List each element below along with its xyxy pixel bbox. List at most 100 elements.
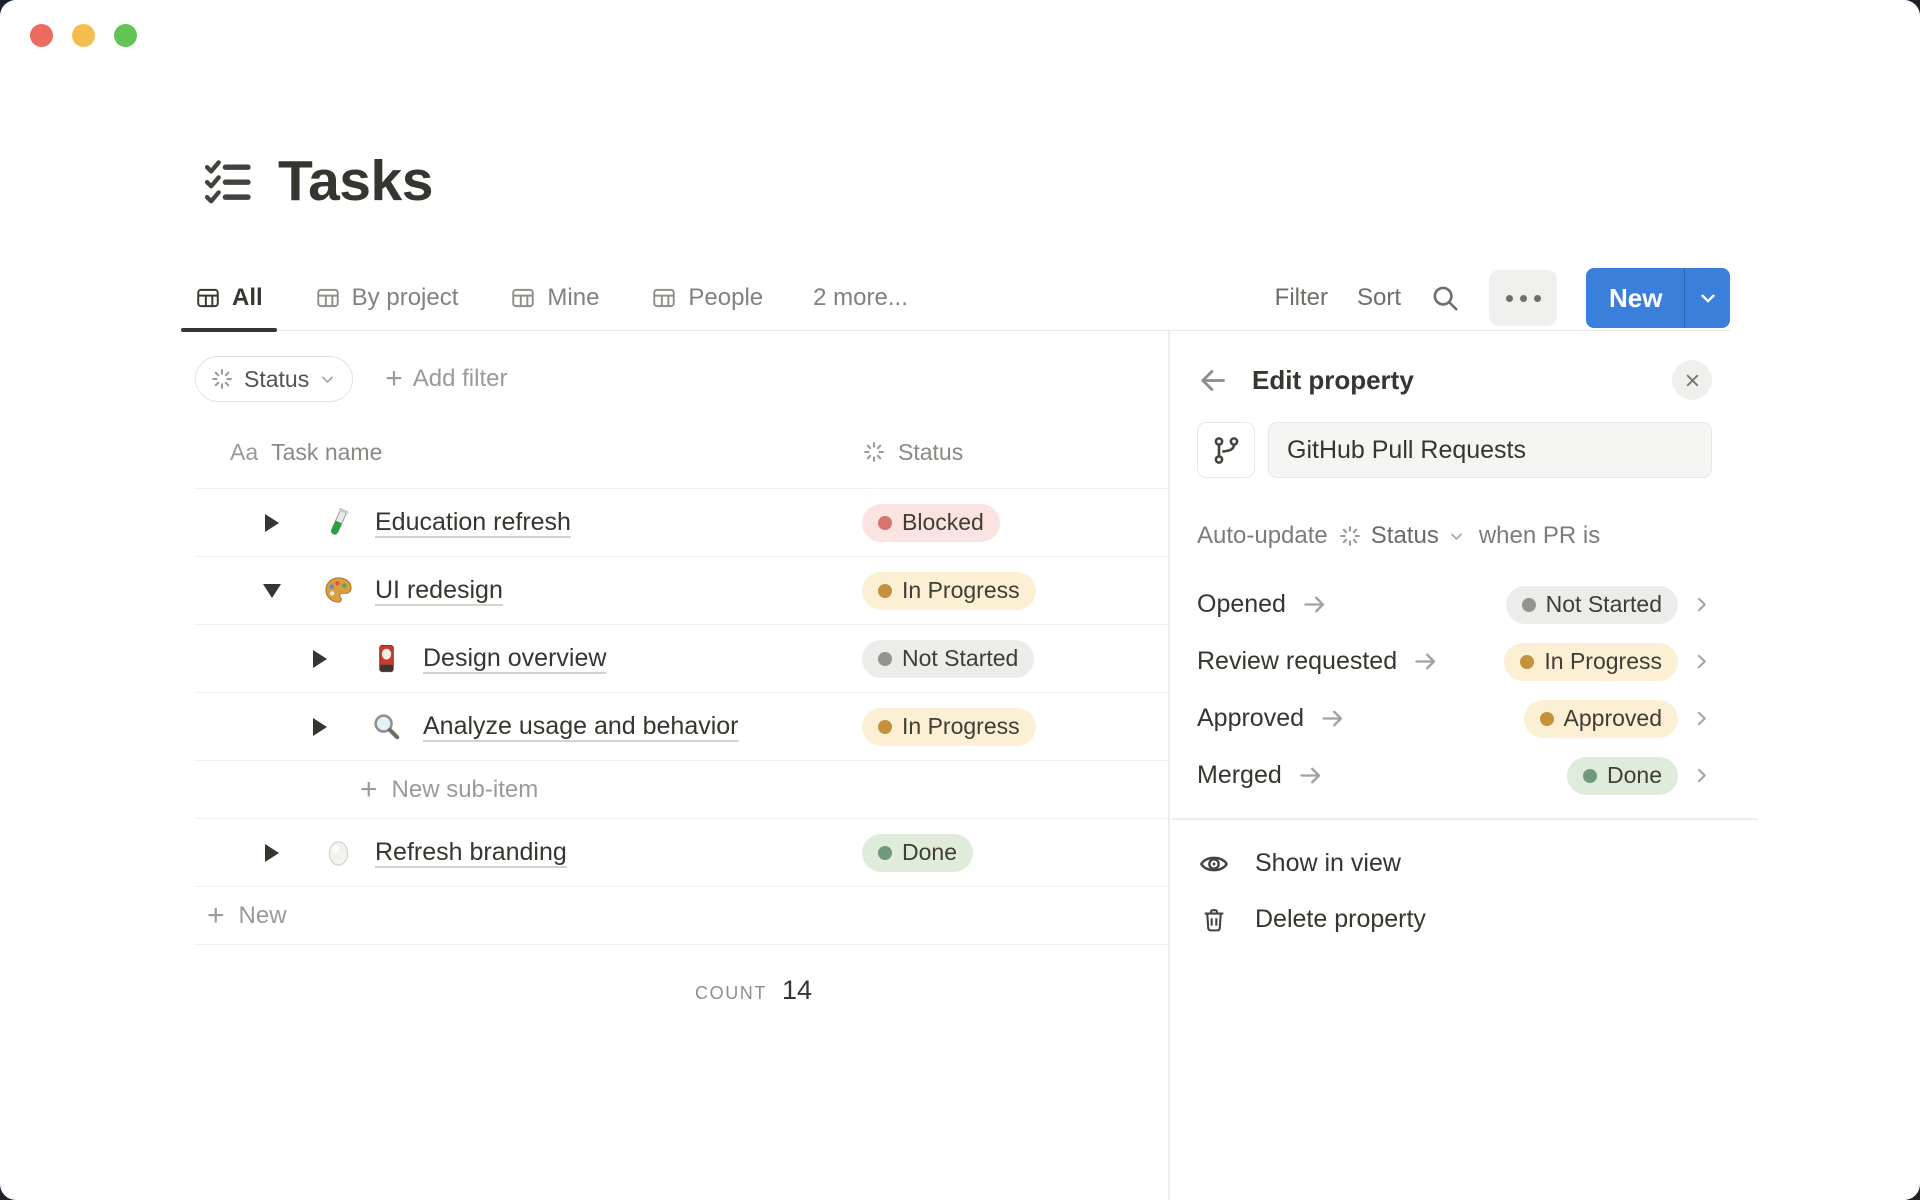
palette-emoji-icon <box>321 575 355 606</box>
ellipsis-icon <box>1533 294 1541 302</box>
table-view-icon <box>510 285 536 311</box>
tab-by-project[interactable]: By project <box>301 266 473 330</box>
status-dot-icon <box>878 651 892 666</box>
new-button[interactable]: New <box>1586 268 1683 328</box>
task-title[interactable]: Design overview <box>423 644 606 673</box>
panel-action-label: Delete property <box>1255 905 1426 933</box>
property-icon-button[interactable] <box>1197 422 1255 478</box>
back-button[interactable] <box>1197 365 1228 396</box>
eye-icon <box>1197 848 1231 880</box>
mapping-event-label: Merged <box>1197 761 1282 789</box>
tab-label: Mine <box>547 284 600 311</box>
show-in-view-button[interactable]: Show in view <box>1197 836 1712 892</box>
task-title[interactable]: Refresh branding <box>375 838 567 867</box>
chevron-down-icon <box>319 371 336 388</box>
status-badge-label: Blocked <box>902 509 984 535</box>
status-badge-label: In Progress <box>1544 648 1662 674</box>
expand-toggle[interactable] <box>259 840 285 866</box>
close-window-button[interactable] <box>30 24 53 47</box>
column-header-task-name[interactable]: Aa Task name <box>195 439 862 466</box>
table-row[interactable]: Refresh branding Done <box>195 818 1168 886</box>
plus-icon: + <box>385 362 403 395</box>
status-dot-icon <box>878 583 892 598</box>
tab-mine[interactable]: Mine <box>496 266 613 330</box>
view-tab-bar: All By project Mine People 2 more... Filter … <box>181 266 1730 332</box>
task-title[interactable]: Education refresh <box>375 508 571 537</box>
trash-icon <box>1197 906 1231 934</box>
status-badge[interactable]: Not Started <box>862 639 1035 678</box>
checklist-icon <box>203 157 252 206</box>
status-badge[interactable]: In Progress <box>862 571 1036 610</box>
tab-all[interactable]: All <box>181 266 277 332</box>
mapping-event-label: Review requested <box>1197 647 1398 675</box>
expand-toggle[interactable] <box>307 714 333 740</box>
delete-property-button[interactable]: Delete property <box>1197 892 1712 948</box>
count-aggregate[interactable]: COUNT 14 <box>695 975 1168 1006</box>
column-label: Task name <box>271 438 383 465</box>
table-header: Aa Task name Status <box>195 416 1168 488</box>
panel-divider <box>1172 818 1758 820</box>
new-row[interactable]: + New <box>195 886 1168 944</box>
chevron-right-icon <box>1691 651 1712 672</box>
search-button[interactable] <box>1430 283 1460 313</box>
chevron-right-icon <box>1691 708 1712 729</box>
magnifier-emoji-icon <box>369 711 403 742</box>
status-badge[interactable]: Not Started <box>1505 585 1678 624</box>
pr-mapping-row-opened[interactable]: Opened Not Started <box>1197 576 1712 633</box>
status-dot-icon <box>878 719 892 734</box>
count-label: COUNT <box>695 983 767 1003</box>
new-sub-item-row[interactable]: + New sub-item <box>195 760 1168 818</box>
tabs-more-button[interactable]: 2 more... <box>813 284 908 312</box>
task-title[interactable]: Analyze usage and behavior <box>423 712 739 741</box>
plus-icon: + <box>207 898 225 932</box>
chevron-right-icon <box>1691 594 1712 615</box>
flower-card-emoji-icon <box>369 643 403 674</box>
status-badge[interactable]: Blocked <box>862 503 1000 542</box>
ellipsis-icon <box>1519 294 1527 302</box>
table-row[interactable]: UI redesign In Progress <box>195 556 1168 624</box>
expand-toggle[interactable] <box>259 510 285 536</box>
zoom-window-button[interactable] <box>114 24 137 47</box>
filter-button[interactable]: Filter <box>1275 284 1328 312</box>
status-badge[interactable]: Done <box>1567 756 1678 795</box>
status-property-dropdown[interactable]: Status <box>1338 522 1465 550</box>
status-dot-icon <box>1583 768 1598 783</box>
table-row[interactable]: Education refresh Blocked <box>195 488 1168 556</box>
pr-mapping-row-review-requested[interactable]: Review requested In Progress <box>1197 633 1712 690</box>
status-filter-chip[interactable]: Status <box>195 356 354 402</box>
tab-people[interactable]: People <box>637 266 777 330</box>
column-header-status[interactable]: Status <box>862 439 1168 466</box>
status-dot-icon <box>878 845 892 860</box>
status-filter-label: Status <box>244 365 310 392</box>
sort-button[interactable]: Sort <box>1357 284 1401 312</box>
minimize-window-button[interactable] <box>72 24 95 47</box>
triangle-down-icon <box>263 583 281 598</box>
pr-mapping-row-merged[interactable]: Merged Done <box>1197 747 1712 804</box>
status-badge[interactable]: Done <box>862 833 973 872</box>
status-property-label: Status <box>1370 522 1439 549</box>
new-dropdown-chevron[interactable] <box>1685 268 1730 328</box>
task-table-body: Education refresh Blocked UI redesign In Pr… <box>195 488 1168 945</box>
task-title[interactable]: UI redesign <box>375 576 503 605</box>
window-controls <box>30 24 137 47</box>
task-table-pane: Status + Add filter Aa Task name Status <box>195 331 1168 1006</box>
add-filter-label: Add filter <box>412 365 508 392</box>
table-row[interactable]: Design overview Not Started <box>195 624 1168 692</box>
collapse-toggle[interactable] <box>259 578 285 604</box>
property-name-input[interactable] <box>1268 422 1712 478</box>
panel-action-label: Show in view <box>1255 849 1401 877</box>
pr-mapping-row-approved[interactable]: Approved Approved <box>1197 690 1712 747</box>
status-badge[interactable]: In Progress <box>1504 642 1678 681</box>
status-badge-label: Done <box>902 839 957 865</box>
table-view-icon <box>651 285 677 311</box>
close-panel-button[interactable] <box>1672 360 1712 400</box>
add-filter-button[interactable]: + Add filter <box>385 364 507 394</box>
expand-toggle[interactable] <box>307 646 333 672</box>
status-spinner-icon <box>1338 524 1362 548</box>
status-badge[interactable]: In Progress <box>862 707 1036 746</box>
table-row[interactable]: Analyze usage and behavior In Progress <box>195 692 1168 760</box>
more-options-button[interactable] <box>1489 270 1558 326</box>
status-dot-icon <box>878 515 892 530</box>
status-badge[interactable]: Approved <box>1523 699 1678 738</box>
triangle-right-icon <box>313 717 327 736</box>
